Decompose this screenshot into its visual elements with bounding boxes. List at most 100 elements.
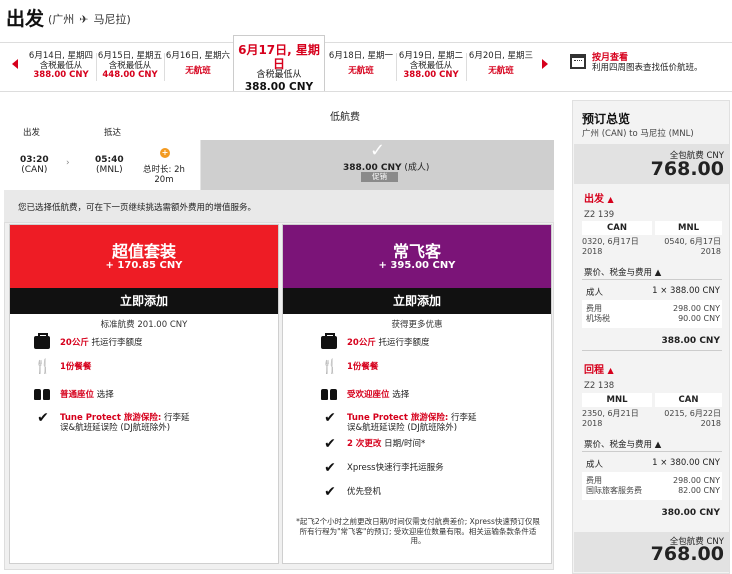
next-arrow-icon[interactable] xyxy=(542,59,548,69)
summary-title: 预订总览 xyxy=(582,112,631,126)
bundle-name: 常飞客 xyxy=(392,242,441,261)
feature-insurance: ✔ Tune Protect 旅游保险: 行李延 误&航班延误险 (DJ航班除外) xyxy=(37,411,190,433)
calendar-icon xyxy=(570,54,586,69)
total-amount: 768.00 xyxy=(650,158,724,180)
fee-amount: 298.00 CNY xyxy=(673,304,720,313)
date-price: 388.00 CNY xyxy=(244,80,314,93)
feature-highlight: 1份餐餐 xyxy=(60,362,92,372)
dep-code: (CAN) xyxy=(21,165,48,175)
feature-text: 行李延 xyxy=(448,413,477,423)
divider xyxy=(582,451,722,452)
feature-changes: ✔ 2 次更改 日期/时间* xyxy=(324,437,426,451)
fee-value: 298.00 CNY 82.00 CNY xyxy=(673,476,720,496)
feature-text: 行李延 xyxy=(161,413,190,423)
date-tab-0616[interactable]: 6月16日, 星期六 无航班 xyxy=(164,43,232,91)
arr-time: 05:40 xyxy=(95,155,124,165)
feature-text: 日期/时间* xyxy=(381,439,426,449)
dep-time: 03:20 xyxy=(20,155,49,165)
duration-label: 总时长: 2h xyxy=(143,165,185,175)
prev-arrow-icon[interactable] xyxy=(12,59,18,69)
divider xyxy=(582,350,722,351)
origin-city: 广州 xyxy=(52,13,75,26)
date-tab-0614[interactable]: 6月14日, 星期四 含税最低从 388.00 CNY xyxy=(26,43,96,91)
outbound-title[interactable]: 出发 ▲ xyxy=(584,190,614,205)
pax-value: 1 × 388.00 CNY xyxy=(652,286,720,296)
year: 2018 xyxy=(582,419,603,428)
feature-text: 托运行李额度 xyxy=(375,338,430,348)
date-tab-0620[interactable]: 6月20日, 星期三 无航班 xyxy=(466,43,536,91)
feature-text: 选择 xyxy=(389,390,410,400)
bundle-header: 超值套装 + 170.85 CNY xyxy=(10,225,278,288)
feature-text: Xpress快速行李托运服务 xyxy=(347,463,444,473)
bundle-frequent-flyer: 常飞客 + 395.00 CNY 立即添加 获得更多优惠 20公斤 托运行李额度… xyxy=(282,224,552,564)
outbound-fees-toggle[interactable]: 票价、税金与费用 ▲ xyxy=(584,266,661,278)
date-label: 6月17日, 星期日 xyxy=(238,43,320,71)
destination-city: 马尼拉 xyxy=(93,13,127,26)
date-price: 388.00 CNY xyxy=(403,70,459,80)
fee-label: 费用 国际旅客服务费 xyxy=(586,476,642,496)
return-title[interactable]: 回程 ▲ xyxy=(584,361,614,376)
monthly-view-link[interactable]: 按月查看 利用四周图表查找低价航班。 xyxy=(570,50,730,84)
collapse-arrow-icon[interactable]: ▲ xyxy=(607,366,613,375)
feature-text: 托运行李额度 xyxy=(88,338,143,348)
date-sublabel: 含税最低从 xyxy=(256,70,302,80)
total-amount-bottom: 768.00 xyxy=(650,543,724,565)
check-icon: ✔ xyxy=(37,410,49,426)
return-flight-no: Z2 138 xyxy=(584,381,615,391)
feature-baggage: 20公斤 托运行李额度 xyxy=(34,333,143,349)
return-fees-toggle[interactable]: 票价、税金与费用 ▲ xyxy=(584,438,661,450)
feature-baggage: 20公斤 托运行李额度 xyxy=(321,333,430,349)
total-duration: 总时长: 2h 20m xyxy=(143,165,185,185)
date-price: 无航班 xyxy=(348,65,374,76)
outbound-subtotal: 388.00 CNY xyxy=(661,336,720,346)
seat-icon xyxy=(43,389,50,400)
chevron-right-icon: › xyxy=(66,158,70,168)
check-icon: ✔ xyxy=(324,436,336,452)
meal-icon: 🍴 xyxy=(321,359,339,375)
date-label: 6月20日, 星期三 xyxy=(468,51,534,61)
arr-code: (MNL) xyxy=(96,165,123,175)
feature-highlight: 受欢迎座位 xyxy=(347,390,390,400)
feature-text: 选择 xyxy=(94,390,114,400)
feature-highlight: 20公斤 xyxy=(60,338,89,348)
return-dep-time: 2350, 6月21日 2018 xyxy=(582,409,639,429)
duration-minutes: 20m xyxy=(154,175,174,185)
feature-highlight: Tune Protect 旅游保险: xyxy=(347,413,449,423)
seat-icon xyxy=(34,389,41,400)
date-tab-0617-selected[interactable]: 6月17日, 星期日 含税最低从 388.00 CNY xyxy=(233,35,325,93)
time: 0215, 6月22日 xyxy=(664,409,721,418)
date-price: 388.00 CNY xyxy=(33,70,89,80)
bundle-subtext: 获得更多优惠 xyxy=(391,320,443,330)
collapse-arrow-icon[interactable]: ▲ xyxy=(607,195,613,204)
plane-icon: ✈ xyxy=(79,13,89,26)
outbound-flight-no: Z2 139 xyxy=(584,210,615,220)
check-icon: ✔ xyxy=(324,410,336,426)
leg-title-text: 出发 xyxy=(584,194,604,205)
fee-name: 费用 xyxy=(586,304,602,313)
date-tab-0615[interactable]: 6月15日, 星期五 含税最低从 448.00 CNY xyxy=(96,43,164,91)
return-arr-time: 0215, 6月22日 2018 xyxy=(664,409,721,429)
time: 0320, 6月17日 xyxy=(582,237,639,246)
tax-amount: 90.00 CNY xyxy=(678,314,720,323)
tax-name: 机场税 xyxy=(586,314,610,323)
year: 2018 xyxy=(700,247,721,256)
luggage-icon xyxy=(34,333,50,349)
add-frequent-flyer-button[interactable]: 立即添加 xyxy=(283,288,551,314)
feature-insurance: ✔ Tune Protect 旅游保险: 行李延 误&航班延误险 (DJ航班除外) xyxy=(324,411,477,433)
year: 2018 xyxy=(700,419,721,428)
outbound-from: CAN xyxy=(582,221,652,235)
flight-details-icon[interactable]: + xyxy=(160,148,170,158)
feature-seat: 普通座位 选择 xyxy=(34,389,114,400)
date-tab-0619[interactable]: 6月19日, 星期二 含税最低从 388.00 CNY xyxy=(396,43,466,91)
date-tab-0618[interactable]: 6月18日, 星期一 无航班 xyxy=(326,43,396,91)
date-price: 无航班 xyxy=(185,65,211,76)
date-label: 6月16日, 星期六 xyxy=(165,51,231,61)
arrival-column-header: 抵达 xyxy=(104,128,122,138)
luggage-icon xyxy=(321,333,337,349)
feature-priority-boarding: ✔ 优先登机 xyxy=(324,485,381,499)
add-value-pack-button[interactable]: 立即添加 xyxy=(10,288,278,314)
feature-highlight: 20公斤 xyxy=(347,338,376,348)
feature-highlight: Tune Protect 旅游保险: xyxy=(60,413,162,423)
meal-icon: 🍴 xyxy=(34,359,52,375)
feature-text: 误&航班延误险 (DJ航班除外) xyxy=(60,423,171,433)
